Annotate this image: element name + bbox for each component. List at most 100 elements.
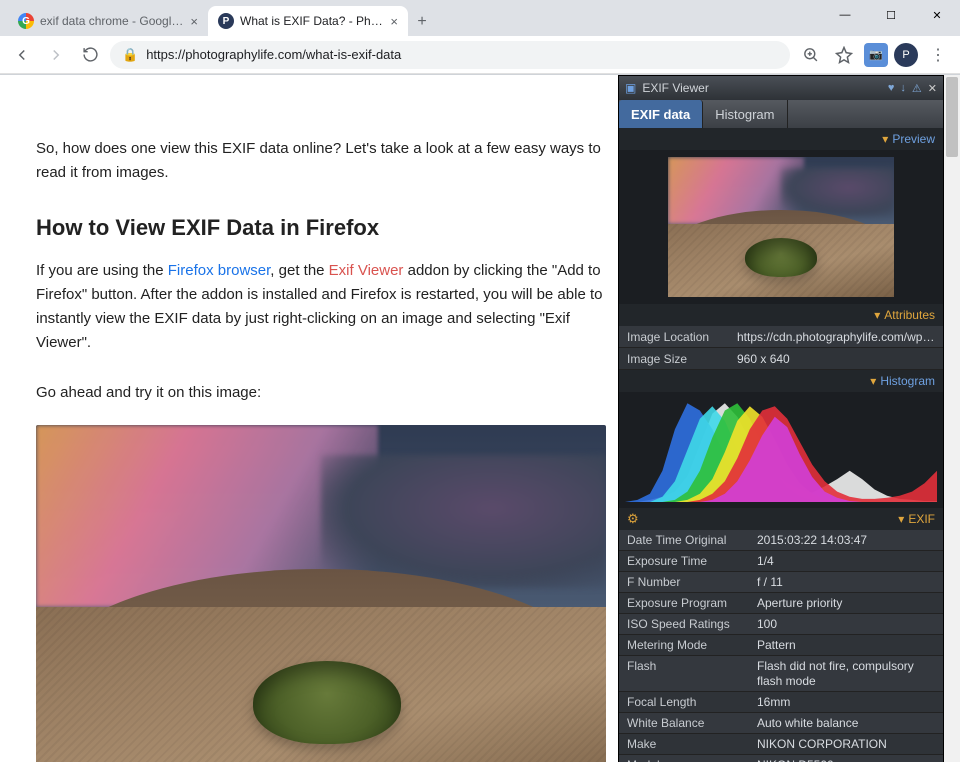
tab-active[interactable]: P What is EXIF Data? - Photography × — [208, 6, 408, 36]
window-controls: — ☐ ✕ — [822, 0, 960, 30]
exif-key: ISO Speed Ratings — [627, 617, 757, 631]
close-icon[interactable]: ✕ — [928, 82, 937, 95]
exif-key: Model — [627, 758, 757, 762]
tab-exif-data[interactable]: EXIF data — [619, 100, 703, 128]
table-row: FlashFlash did not fire, compulsory flas… — [619, 656, 943, 692]
panel-favicon: ▣ — [625, 81, 636, 95]
exif-value: Flash did not fire, compulsory flash mod… — [757, 659, 935, 689]
chevron-down-icon: ▾ — [882, 132, 888, 146]
exif-value: NIKON D5500 — [757, 758, 935, 762]
exif-value: Aperture priority — [757, 596, 935, 610]
firefox-link[interactable]: Firefox browser — [168, 262, 271, 279]
new-tab-button[interactable]: + — [408, 8, 436, 36]
exif-value: Auto white balance — [757, 716, 935, 730]
exif-key: F Number — [627, 575, 757, 589]
table-row: ISO Speed Ratings100 — [619, 614, 943, 635]
url-input[interactable] — [146, 47, 778, 62]
extension-icon-1[interactable]: 📷 — [864, 43, 888, 67]
table-row: MakeNIKON CORPORATION — [619, 734, 943, 755]
scroll-thumb[interactable] — [946, 77, 958, 157]
table-row: Image Size960 x 640 — [619, 348, 943, 370]
exif-key: White Balance — [627, 716, 757, 730]
minimize-button[interactable]: — — [822, 0, 868, 30]
table-row: ModelNIKON D5500 — [619, 755, 943, 762]
tab-title: What is EXIF Data? - Photography — [240, 14, 384, 28]
exif-value: 1/4 — [757, 554, 935, 568]
reload-button[interactable] — [76, 41, 104, 69]
exif-key: Metering Mode — [627, 638, 757, 652]
warning-icon[interactable]: ⚠ — [912, 82, 922, 95]
scrollbar[interactable] — [944, 75, 960, 762]
panel-titlebar[interactable]: ▣ EXIF Viewer ♥ ↓ ⚠ ✕ — [619, 76, 943, 100]
exif-table: Date Time Original2015:03:22 14:03:47Exp… — [619, 530, 943, 762]
exif-value: NIKON CORPORATION — [757, 737, 935, 751]
chevron-down-icon: ▾ — [898, 512, 904, 526]
section-preview[interactable]: ▾Preview — [619, 128, 943, 150]
exif-key: Make — [627, 737, 757, 751]
section-attributes[interactable]: ▾Attributes — [619, 304, 943, 326]
chevron-down-icon: ▾ — [870, 374, 876, 388]
table-row: Exposure ProgramAperture priority — [619, 593, 943, 614]
menu-button[interactable]: ⋮ — [924, 41, 952, 69]
exif-value: 100 — [757, 617, 935, 631]
table-row: Metering ModePattern — [619, 635, 943, 656]
table-row: Focal Length16mm — [619, 692, 943, 713]
intro-paragraph: So, how does one view this EXIF data onl… — [36, 137, 606, 185]
exif-value: f / 11 — [757, 575, 935, 589]
exif-key: Date Time Original — [627, 533, 757, 547]
preview-image — [668, 157, 894, 297]
section-histogram[interactable]: ▾Histogram — [619, 370, 943, 392]
attributes-table: Image Locationhttps://cdn.photographylif… — [619, 326, 943, 370]
back-button[interactable] — [8, 41, 36, 69]
exif-panel: ▣ EXIF Viewer ♥ ↓ ⚠ ✕ EXIF data Histogra… — [618, 75, 944, 762]
lock-icon: 🔒 — [122, 47, 138, 63]
star-icon[interactable] — [830, 41, 858, 69]
site-favicon: P — [218, 13, 234, 29]
table-row: White BalanceAuto white balance — [619, 713, 943, 734]
tab-strip: G exif data chrome - Google Search × P W… — [0, 2, 436, 36]
preview-box — [619, 150, 943, 304]
body-paragraph: Go ahead and try it on this image: — [36, 381, 606, 405]
exif-key: Exposure Program — [627, 596, 757, 610]
exifviewer-link[interactable]: Exif Viewer — [329, 262, 404, 279]
tab-histogram[interactable]: Histogram — [703, 100, 787, 128]
close-icon[interactable]: × — [190, 14, 198, 29]
page-viewport: So, how does one view this EXIF data onl… — [0, 74, 960, 762]
attr-key: Image Location — [627, 330, 737, 344]
close-button[interactable]: ✕ — [914, 0, 960, 30]
window-titlebar: G exif data chrome - Google Search × P W… — [0, 0, 960, 36]
forward-button[interactable] — [42, 41, 70, 69]
browser-toolbar: 🔒 📷 P ⋮ — [0, 36, 960, 74]
exif-value: 2015:03:22 14:03:47 — [757, 533, 935, 547]
exif-key: Flash — [627, 659, 757, 673]
body-paragraph: If you are using the Firefox browser, ge… — [36, 259, 606, 355]
histogram-chart — [619, 392, 943, 508]
table-row: Exposure Time1/4 — [619, 551, 943, 572]
extension-icon-2[interactable]: P — [894, 43, 918, 67]
table-row: Date Time Original2015:03:22 14:03:47 — [619, 530, 943, 551]
panel-tabs: EXIF data Histogram — [619, 100, 943, 128]
maximize-button[interactable]: ☐ — [868, 0, 914, 30]
table-row: F Numberf / 11 — [619, 572, 943, 593]
attr-value: https://cdn.photographylife.com/wp-c... — [737, 330, 935, 344]
tab-title: exif data chrome - Google Search — [40, 14, 184, 28]
section-exif[interactable]: ⚙ ▾EXIF — [619, 508, 943, 530]
attr-key: Image Size — [627, 352, 737, 366]
tab-inactive[interactable]: G exif data chrome - Google Search × — [8, 6, 208, 36]
table-row: Image Locationhttps://cdn.photographylif… — [619, 326, 943, 348]
exif-value: Pattern — [757, 638, 935, 652]
attr-value: 960 x 640 — [737, 352, 935, 366]
exif-key: Exposure Time — [627, 554, 757, 568]
article-image[interactable] — [36, 425, 606, 762]
chevron-down-icon: ▾ — [874, 308, 880, 322]
panel-title: EXIF Viewer — [642, 81, 882, 95]
download-icon[interactable]: ↓ — [900, 82, 906, 94]
close-icon[interactable]: × — [390, 14, 398, 29]
address-bar[interactable]: 🔒 — [110, 41, 790, 69]
gear-icon[interactable]: ⚙ — [627, 511, 639, 527]
heart-icon[interactable]: ♥ — [888, 82, 895, 94]
exif-value: 16mm — [757, 695, 935, 709]
google-favicon: G — [18, 13, 34, 29]
exif-key: Focal Length — [627, 695, 757, 709]
zoom-icon[interactable] — [796, 41, 824, 69]
